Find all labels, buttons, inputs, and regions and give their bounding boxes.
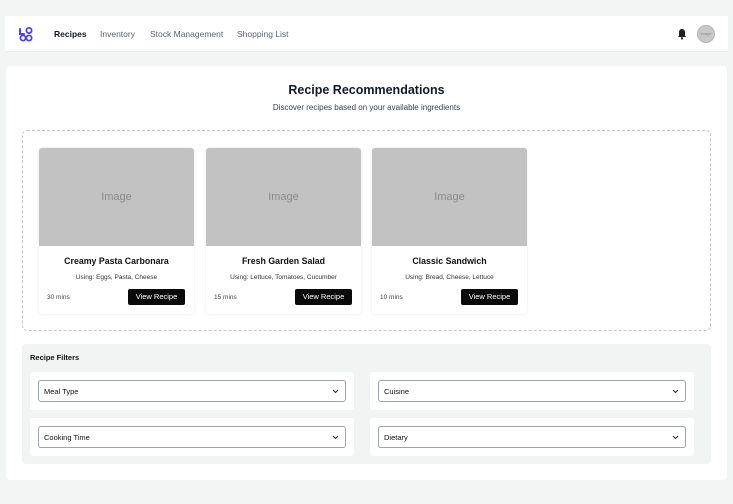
cooking-time-select[interactable]: Cooking Time xyxy=(38,426,346,448)
recipe-image-placeholder: Image xyxy=(206,148,361,246)
top-navbar: Recipes Inventory Stock Management Shopp… xyxy=(5,16,728,52)
view-recipe-button[interactable]: View Recipe xyxy=(295,289,352,305)
nav-link-stock-management[interactable]: Stock Management xyxy=(150,28,223,40)
page-subtitle: Discover recipes based on your available… xyxy=(272,103,461,112)
main-container: Recipe Recommendations Discover recipes … xyxy=(6,66,727,480)
logo-icon[interactable] xyxy=(18,26,34,42)
filter-panel-cuisine: Cuisine xyxy=(370,372,694,410)
page-title: Recipe Recommendations xyxy=(288,83,445,97)
avatar[interactable]: Image xyxy=(697,25,715,43)
recipe-title: Fresh Garden Salad xyxy=(241,256,326,266)
recipe-ingredients: Using: Eggs, Pasta, Cheese xyxy=(75,274,158,281)
recipe-time: 15 mins xyxy=(214,294,237,301)
recipe-recommendations-area: Image Creamy Pasta Carbonara Using: Eggs… xyxy=(22,130,711,331)
dietary-label: Dietary xyxy=(384,433,408,442)
nav-link-shopping-list[interactable]: Shopping List xyxy=(237,28,289,40)
filters-title: Recipe Filters xyxy=(30,353,80,362)
meal-type-select[interactable]: Meal Type xyxy=(38,380,346,402)
filter-panel-meal-type: Meal Type xyxy=(30,372,354,410)
recipe-image-placeholder: Image xyxy=(39,148,194,246)
meal-type-label: Meal Type xyxy=(44,387,79,396)
bell-icon[interactable] xyxy=(677,28,687,40)
filter-panel-dietary: Dietary xyxy=(370,418,694,456)
cuisine-select[interactable]: Cuisine xyxy=(378,380,686,402)
view-recipe-button[interactable]: View Recipe xyxy=(128,289,185,305)
chevron-down-icon xyxy=(332,389,339,394)
recipe-title: Classic Sandwich xyxy=(412,256,487,266)
recipe-ingredients: Using: Lettuce, Tomatoes, Cucumber xyxy=(230,274,337,281)
filter-panel-cooking-time: Cooking Time xyxy=(30,418,354,456)
recipe-card[interactable]: Image Creamy Pasta Carbonara Using: Eggs… xyxy=(39,148,194,314)
recipe-time: 30 mins xyxy=(47,294,70,301)
recipe-card[interactable]: Image Fresh Garden Salad Using: Lettuce,… xyxy=(206,148,361,314)
recipe-filters: Recipe Filters Meal Type Cuisine Cooking… xyxy=(22,344,711,464)
nav-link-inventory[interactable]: Inventory xyxy=(100,28,135,40)
view-recipe-button[interactable]: View Recipe xyxy=(461,289,518,305)
recipe-card[interactable]: Image Classic Sandwich Using: Bread, Che… xyxy=(372,148,527,314)
recipe-time: 10 mins xyxy=(380,294,403,301)
recipe-ingredients: Using: Bread, Cheese, Lettuce xyxy=(405,274,494,281)
chevron-down-icon xyxy=(672,389,679,394)
recipe-title: Creamy Pasta Carbonara xyxy=(64,256,169,266)
nav-link-recipes[interactable]: Recipes xyxy=(54,28,87,40)
cuisine-label: Cuisine xyxy=(384,387,410,396)
dietary-select[interactable]: Dietary xyxy=(378,426,686,448)
chevron-down-icon xyxy=(332,435,339,440)
cooking-time-label: Cooking Time xyxy=(44,433,90,442)
avatar-label: Image xyxy=(700,31,712,36)
chevron-down-icon xyxy=(672,435,679,440)
recipe-image-placeholder: Image xyxy=(372,148,527,246)
